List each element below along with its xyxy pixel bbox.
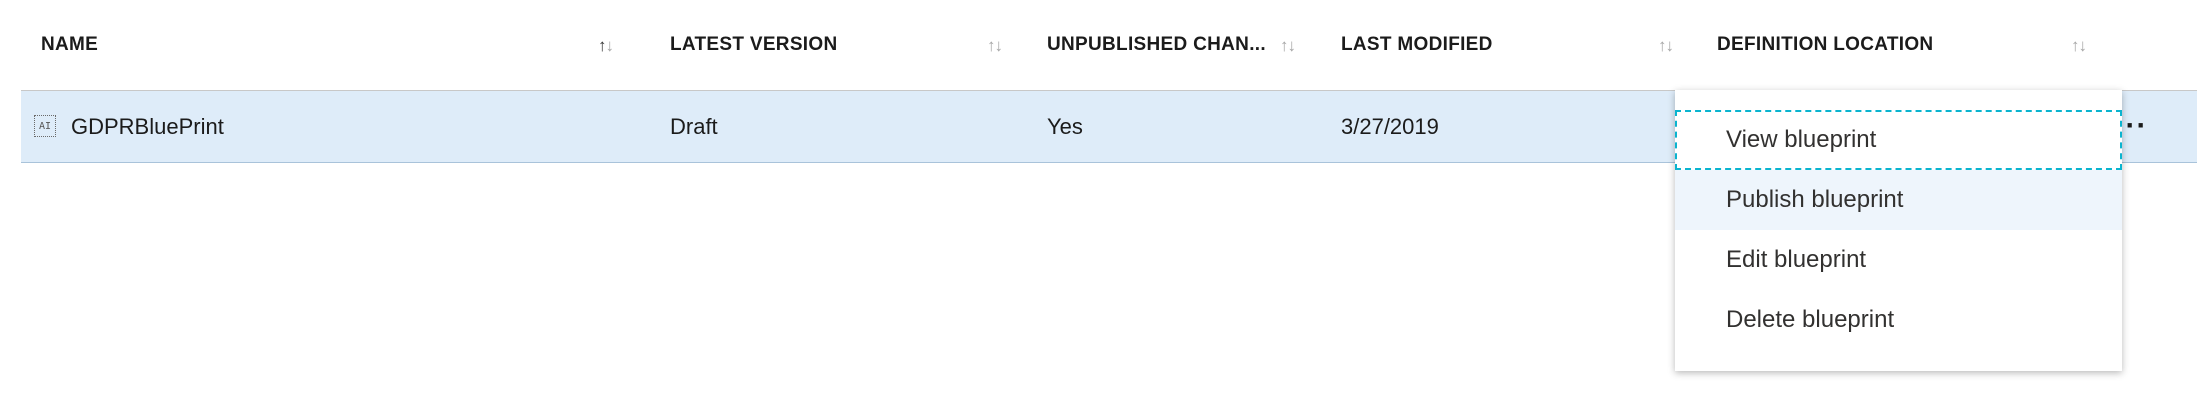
column-label-last-modified: LAST MODIFIED: [1341, 34, 1493, 55]
column-header-name[interactable]: NAME: [41, 0, 98, 90]
menu-item-publish-blueprint[interactable]: Publish blueprint: [1675, 170, 2122, 230]
row-context-menu: View blueprint Publish blueprint Edit bl…: [1675, 90, 2122, 371]
sort-icon[interactable]: ↑↓: [987, 36, 1003, 56]
cell-last-modified: 3/27/2019: [1341, 113, 1439, 139]
menu-item-edit-blueprint[interactable]: Edit blueprint: [1675, 230, 2122, 290]
column-label-latest-version: LATEST VERSION: [670, 34, 838, 55]
column-header-latest-version[interactable]: LATEST VERSION: [670, 0, 837, 90]
blueprint-icon: AI: [34, 115, 56, 137]
sort-ascending-icon[interactable]: ↑↓: [598, 36, 614, 56]
cell-latest-version: Draft: [670, 113, 718, 139]
table-header: NAME ↑↓ LATEST VERSION ↑↓ UNPUBLISHED CH…: [21, 0, 2197, 91]
column-label-definition-location: DEFINITION LOCATION: [1717, 34, 1934, 55]
menu-item-delete-blueprint[interactable]: Delete blueprint: [1675, 290, 2122, 350]
column-label-name: NAME: [41, 34, 99, 55]
menu-item-view-blueprint[interactable]: View blueprint: [1675, 110, 2122, 170]
sort-icon[interactable]: ↑↓: [1658, 36, 1674, 56]
column-header-last-modified[interactable]: LAST MODIFIED: [1341, 0, 1493, 90]
sort-icon[interactable]: ↑↓: [1280, 36, 1296, 56]
column-header-unpublished-changes[interactable]: UNPUBLISHED CHAN...: [1047, 0, 1266, 90]
column-label-unpublished-changes: UNPUBLISHED CHAN...: [1047, 34, 1266, 55]
sort-icon[interactable]: ↑↓: [2071, 36, 2087, 56]
column-header-definition-location[interactable]: DEFINITION LOCATION: [1717, 0, 1933, 90]
cell-unpublished-changes: Yes: [1047, 113, 1083, 139]
cell-name[interactable]: GDPRBluePrint: [71, 91, 224, 162]
